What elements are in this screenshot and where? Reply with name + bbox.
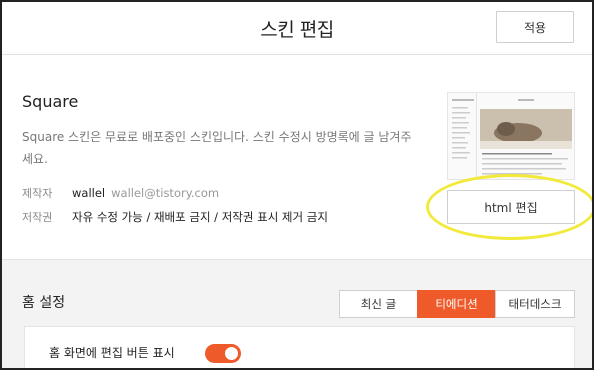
html-edit-button[interactable]: html 편집 bbox=[447, 190, 575, 224]
tab-tatter-desk[interactable]: 태터데스크 bbox=[495, 290, 575, 318]
copyright-label: 저작권 bbox=[22, 211, 53, 224]
home-options-card: 홈 화면에 편집 버튼 표시 bbox=[24, 326, 575, 368]
skin-info-section: Square Square 스킨은 무료로 배포중인 스킨입니다. 스킨 수정시… bbox=[2, 56, 592, 259]
header-bar: 스킨 편집 적용 bbox=[2, 2, 592, 55]
skin-editor-window: 스킨 편집 적용 Square Square 스킨은 무료로 배포중인 스킨입니… bbox=[0, 0, 594, 370]
skin-name: Square bbox=[22, 92, 79, 111]
copyright-row: 저작권 자유 수정 가능 / 재배포 금지 / 저작권 표시 제거 금지 bbox=[22, 209, 328, 225]
tab-t-edition[interactable]: 티에디션 bbox=[417, 290, 496, 318]
maker-row: 제작자 wallel wallel@tistory.com bbox=[22, 185, 219, 201]
copyright-value: 자유 수정 가능 / 재배포 금지 / 저작권 표시 제거 금지 bbox=[72, 210, 328, 224]
maker-email: wallel@tistory.com bbox=[111, 186, 220, 200]
maker-name: wallel bbox=[72, 186, 106, 200]
skin-description: Square 스킨은 무료로 배포중인 스킨입니다. 스킨 수정시 방명록에 글… bbox=[22, 130, 412, 166]
tab-latest-posts[interactable]: 최신 글 bbox=[339, 290, 418, 318]
skin-preview-thumbnail bbox=[447, 92, 575, 180]
home-type-tabs: 최신 글 티에디션 태터데스크 bbox=[339, 290, 575, 318]
home-settings-section: 홈 설정 최신 글 티에디션 태터데스크 홈 화면에 편집 버튼 표시 bbox=[2, 259, 592, 368]
show-edit-button-toggle[interactable] bbox=[205, 344, 241, 363]
show-edit-button-label: 홈 화면에 편집 버튼 표시 bbox=[49, 346, 175, 360]
apply-button[interactable]: 적용 bbox=[496, 11, 574, 43]
preview-image-icon bbox=[448, 93, 574, 179]
maker-label: 제작자 bbox=[22, 187, 53, 200]
toggle-knob bbox=[225, 347, 238, 360]
home-settings-title: 홈 설정 bbox=[22, 295, 66, 311]
